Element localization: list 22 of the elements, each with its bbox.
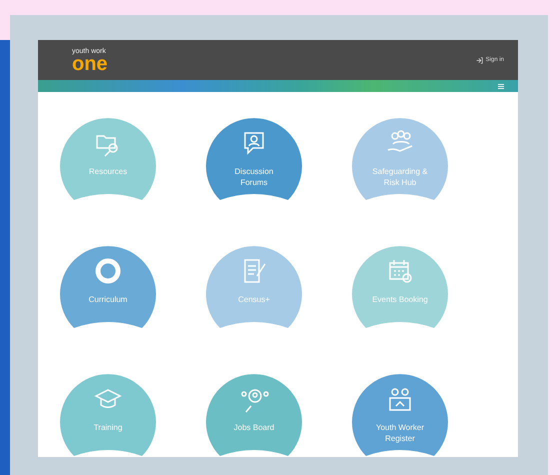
tile-label[interactable]: Curriculum bbox=[76, 294, 140, 305]
tile-background[interactable] bbox=[352, 374, 448, 456]
tile-background[interactable] bbox=[60, 246, 156, 328]
tile-background[interactable] bbox=[206, 246, 302, 328]
tile-background[interactable] bbox=[206, 118, 302, 200]
tile-background[interactable] bbox=[60, 374, 156, 456]
tile-background[interactable] bbox=[60, 118, 156, 200]
tile-label[interactable]: Safeguarding & Risk Hub bbox=[368, 166, 432, 188]
tile-label[interactable]: Discussion Forums bbox=[222, 166, 286, 188]
tile-label[interactable]: Youth Worker Register bbox=[368, 422, 432, 444]
menu-icon[interactable] bbox=[498, 84, 504, 88]
tile-label[interactable]: Resources bbox=[76, 166, 140, 177]
tile-background[interactable] bbox=[352, 246, 448, 328]
sign-in-icon bbox=[476, 56, 483, 64]
logo-wordmark[interactable]: one bbox=[72, 54, 108, 72]
tile-background[interactable] bbox=[352, 118, 448, 200]
tile-label[interactable]: Events Booking bbox=[368, 294, 432, 305]
tile-label[interactable]: Census+ bbox=[222, 294, 286, 305]
tile-label[interactable]: Training bbox=[76, 422, 140, 433]
ring-icon bbox=[93, 256, 123, 286]
tile-label[interactable]: Jobs Board bbox=[222, 422, 286, 433]
tile-background[interactable] bbox=[206, 374, 302, 456]
